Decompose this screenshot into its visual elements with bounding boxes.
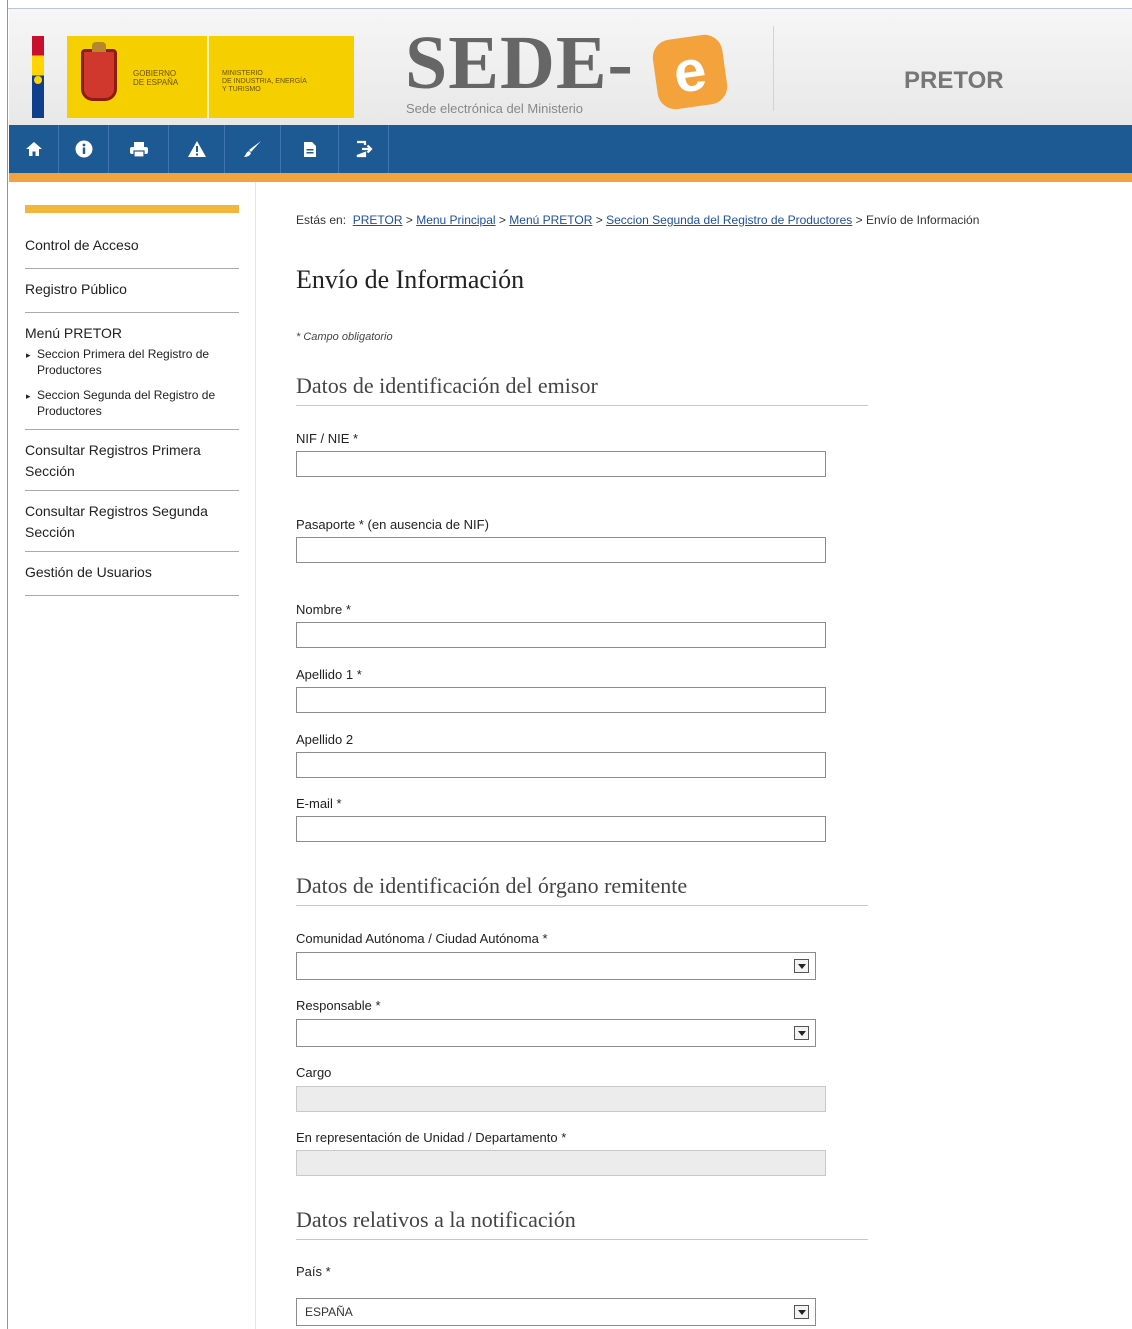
home-icon[interactable] [9,125,59,173]
pais-select-value: ESPAÑA [305,1305,353,1319]
logout-icon[interactable] [339,125,389,173]
window-frame-left [0,0,8,1329]
breadcrumb: Estás en: PRETOR > Menu Principal > Menú… [296,213,979,227]
page-title: Envío de Información [296,265,525,294]
apellido1-input[interactable] [296,687,826,713]
breadcrumb-prefix: Estás en: [296,213,347,227]
breadcrumb-separator: > [855,213,863,227]
sede-subtitle: Sede electrónica del Ministerio [406,101,584,116]
section-heading-notificacion: Datos relativos a la notificación [296,1207,868,1240]
breadcrumb-link-menu-principal[interactable]: Menu Principal [416,213,495,227]
sidebar-item-menu-pretor[interactable]: Menú PRETOR Seccion Primera del Registro… [25,313,239,430]
sede-e-logo-icon: e [650,32,730,112]
sidebar-item-label: Registro Público [25,281,127,297]
info-icon[interactable] [59,125,109,173]
sidebar-item-label: Gestión de Usuarios [25,564,152,580]
header-divider [773,26,774,111]
print-icon[interactable] [109,125,169,173]
sidebar-subitem-seccion-segunda[interactable]: Seccion Segunda del Registro de Producto… [25,387,239,419]
breadcrumb-separator: > [405,213,413,227]
chevron-down-icon[interactable] [794,959,809,973]
cargo-input [296,1086,826,1112]
pasaporte-label: Pasaporte * (en ausencia de NIF) [296,517,489,532]
breadcrumb-separator: > [498,213,506,227]
pais-label: País * [296,1264,331,1279]
representacion-input [296,1150,826,1176]
gobierno-text: GOBIERNO DE ESPAÑA [133,69,179,87]
breadcrumb-link-seccion-segunda[interactable]: Seccion Segunda del Registro de Producto… [606,213,852,227]
spain-flag-icon [32,36,44,118]
sidebar-item-label: Consultar Registros Primera Sección [25,442,201,479]
chevron-down-icon[interactable] [794,1305,809,1319]
cargo-label: Cargo [296,1065,332,1080]
required-note: * Campo obligatorio [296,331,393,343]
sidebar-item-label: Menú PRETOR [25,325,122,341]
edit-brush-icon[interactable] [225,125,281,173]
breadcrumb-current: Envío de Información [865,213,980,227]
breadcrumb-separator: > [595,213,603,227]
chevron-down-icon[interactable] [794,1026,809,1040]
sidebar-divider [255,182,256,1329]
sidebar-item-registro-publico[interactable]: Registro Público [25,269,239,313]
apellido2-label: Apellido 2 [296,732,354,747]
apellido2-input[interactable] [296,752,826,778]
nombre-input[interactable] [296,622,826,648]
window-frame-top [8,0,1132,9]
sidebar-item-control-acceso[interactable]: Control de Acceso [25,231,239,269]
sidebar-item-label: Consultar Registros Segunda Sección [25,503,208,540]
representacion-label: En representación de Unidad / Departamen… [296,1130,567,1145]
section-heading-organo: Datos de identificación del órgano remit… [296,873,868,906]
sidebar-item-consultar-segunda[interactable]: Consultar Registros Segunda Sección [25,491,239,552]
sede-e-letter: e [669,37,711,106]
sede-logo-text[interactable]: SEDE- [405,25,634,101]
pasaporte-input[interactable] [296,537,826,563]
comunidad-label: Comunidad Autónoma / Ciudad Autónoma * [296,931,548,946]
app-name: PRETOR [904,67,1004,94]
comunidad-select[interactable] [296,952,816,980]
breadcrumb-link-menu-pretor[interactable]: Menú PRETOR [509,213,592,227]
icon-navbar [9,125,1132,173]
email-label: E-mail * [296,796,342,811]
nombre-label: Nombre * [296,602,351,617]
apellido1-label: Apellido 1 * [296,667,362,682]
sidebar: Control de Acceso Registro Público Menú … [25,205,239,596]
ministry-text: MINISTERIO DE INDUSTRIA, ENERGÍA Y TURIS… [222,70,307,93]
navbar-accent-bar [9,173,1132,182]
document-icon[interactable] [281,125,339,173]
sidebar-accent-bar [25,205,239,213]
section-heading-emisor: Datos de identificación del emisor [296,373,868,406]
sidebar-item-gestion-usuarios[interactable]: Gestión de Usuarios [25,552,239,596]
nif-label: NIF / NIE * [296,431,359,446]
breadcrumb-link-pretor[interactable]: PRETOR [353,213,403,227]
responsable-select[interactable] [296,1019,816,1047]
site-header: GOBIERNO DE ESPAÑA MINISTERIO DE INDUSTR… [9,9,1132,125]
sidebar-subitem-seccion-primera[interactable]: Seccion Primera del Registro de Producto… [25,346,239,378]
nif-input[interactable] [296,451,826,477]
sidebar-item-consultar-primera[interactable]: Consultar Registros Primera Sección [25,430,239,491]
warning-icon[interactable] [169,125,225,173]
email-input[interactable] [296,816,826,842]
pais-select[interactable]: ESPAÑA [296,1298,816,1326]
coat-of-arms-icon [81,42,117,101]
sidebar-item-label: Control de Acceso [25,237,139,253]
responsable-label: Responsable * [296,998,381,1013]
gobierno-logo[interactable]: GOBIERNO DE ESPAÑA [67,36,207,118]
ministry-logo[interactable]: MINISTERIO DE INDUSTRIA, ENERGÍA Y TURIS… [208,36,354,118]
